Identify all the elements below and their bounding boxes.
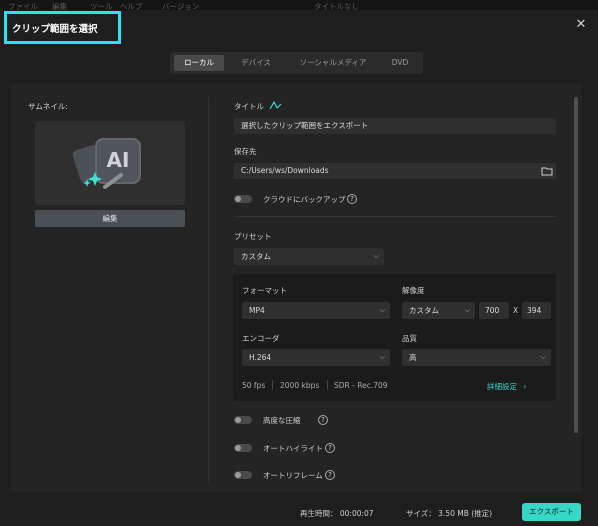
auto-highlight-label: オートハイライト [263, 444, 323, 453]
high-compression-label: 高度な圧縮 [263, 416, 301, 425]
resolution-value: カスタム [409, 306, 439, 315]
save-path-input[interactable]: C:/Users/ws/Downloads [234, 163, 556, 179]
tab-local[interactable]: ローカル [174, 55, 224, 71]
format-label: フォーマット [242, 286, 287, 295]
help-icon[interactable]: ? [347, 194, 357, 204]
thumbnail-preview: AI [35, 121, 185, 205]
quality-select[interactable]: 高 ⌵ [402, 349, 551, 366]
format-select[interactable]: MP4 ⌵ [242, 302, 390, 319]
cloud-backup-label: クラウドにバックアップ [263, 195, 346, 204]
tab-dvd[interactable]: DVD [380, 55, 420, 71]
width-input[interactable]: 700 [479, 302, 509, 319]
ai-title-icon[interactable] [268, 100, 282, 110]
high-compression-toggle[interactable] [234, 416, 252, 424]
edit-thumbnail-button[interactable]: 編集 [35, 210, 185, 227]
help-icon[interactable]: ? [325, 470, 335, 480]
chevron-down-icon: ⌵ [540, 353, 546, 361]
fps-info: 50 fps [242, 381, 266, 390]
times-label: X [513, 306, 519, 315]
advanced-settings-label: 詳細設定 [487, 382, 517, 391]
auto-highlight-toggle[interactable] [234, 444, 252, 452]
cloud-backup-toggle[interactable] [234, 195, 252, 203]
duration-text: 再生時間： 00:00:07 [300, 509, 374, 518]
quality-label: 品質 [402, 334, 417, 343]
resolution-select[interactable]: カスタム ⌵ [402, 302, 475, 319]
preset-select[interactable]: カスタム ⌵ [234, 248, 384, 265]
preset-label: プリセット [234, 232, 272, 241]
height-input[interactable]: 394 [522, 302, 551, 319]
info-divider [272, 380, 273, 390]
ai-thumbnail-icon: AI [72, 138, 141, 189]
bitrate-info: 2000 kbps [280, 381, 320, 390]
close-icon[interactable]: ✕ [572, 16, 590, 34]
title-label: タイトル [234, 102, 264, 111]
thumbnail-label: サムネイル: [28, 102, 68, 111]
tab-social-media[interactable]: ソーシャルメディア [288, 55, 378, 71]
dialog-title: クリップ範囲を選択 [4, 11, 121, 44]
svg-text:AI: AI [107, 148, 130, 172]
save-location-label: 保存先 [234, 147, 257, 156]
chevron-down-icon: ⌵ [379, 353, 385, 361]
auto-reframe-label: オートリフレーム [263, 471, 323, 480]
auto-reframe-toggle[interactable] [234, 471, 252, 479]
encoder-value: H.264 [249, 353, 272, 362]
title-input[interactable]: 選択したクリップ範囲をエクスポート [234, 118, 556, 134]
folder-icon[interactable] [541, 166, 553, 176]
scrollbar[interactable] [574, 97, 578, 433]
chevron-down-icon: ⌵ [379, 306, 385, 314]
chevron-down-icon: ⌵ [373, 252, 379, 260]
help-icon[interactable]: ? [325, 443, 335, 453]
section-divider [234, 216, 556, 217]
encoder-label: エンコーダ [242, 334, 280, 343]
help-icon[interactable]: ? [318, 415, 328, 425]
preset-value: カスタム [241, 252, 271, 261]
resolution-label: 解像度 [402, 286, 425, 295]
format-value: MP4 [249, 306, 265, 315]
chevron-right-icon: › [523, 382, 527, 391]
column-divider [208, 97, 209, 482]
quality-value: 高 [409, 353, 417, 362]
export-tabs: ローカル デバイス ソーシャルメディア DVD [170, 52, 423, 74]
chevron-down-icon: ⌵ [464, 306, 470, 314]
encoder-select[interactable]: H.264 ⌵ [242, 349, 390, 366]
size-text: サイズ： 3.50 MB (推定) [406, 509, 493, 518]
advanced-settings-link[interactable]: 詳細設定 › [487, 381, 526, 392]
info-divider [327, 380, 328, 390]
export-button[interactable]: エクスポート [522, 503, 581, 521]
tab-device[interactable]: デバイス [228, 55, 284, 71]
color-range-info: SDR - Rec.709 [334, 381, 388, 390]
